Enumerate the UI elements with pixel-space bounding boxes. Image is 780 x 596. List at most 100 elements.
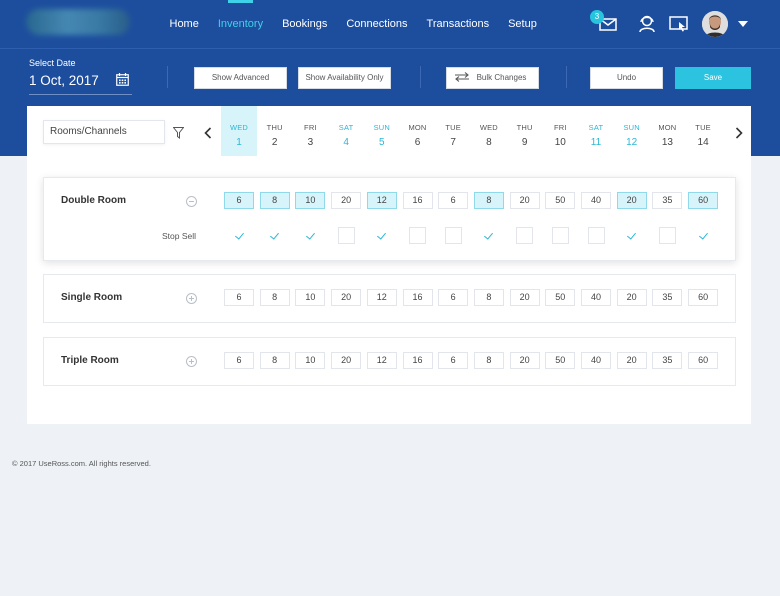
availability-cell[interactable]: 40 <box>581 352 611 369</box>
filter-icon[interactable] <box>173 127 184 139</box>
availability-cell[interactable]: 50 <box>545 289 576 306</box>
availability-cell[interactable]: 35 <box>652 289 683 306</box>
save-button[interactable]: Save <box>675 67 751 89</box>
day-column-header[interactable]: SUN 12 <box>614 106 650 156</box>
nav-item-bookings[interactable]: Bookings <box>273 0 337 48</box>
chevron-left-icon[interactable] <box>204 127 212 139</box>
stop-sell-checkbox-checked[interactable] <box>266 227 284 244</box>
availability-cell[interactable]: 8 <box>473 352 504 369</box>
availability-cell[interactable]: 20 <box>509 192 540 209</box>
availability-cell[interactable]: 16 <box>402 192 433 209</box>
availability-cell[interactable]: 20 <box>331 352 362 369</box>
nav-item-home[interactable]: Home <box>160 0 208 48</box>
availability-cell[interactable]: 50 <box>545 352 576 369</box>
availability-cell[interactable]: 6 <box>438 192 469 209</box>
nav-item-inventory[interactable]: Inventory <box>208 0 272 48</box>
day-name: THU <box>266 123 283 132</box>
stop-sell-checkbox-checked[interactable] <box>230 227 248 244</box>
expand-icon[interactable] <box>186 293 197 304</box>
stop-sell-checkbox[interactable] <box>658 227 676 244</box>
availability-cell[interactable]: 60 <box>688 289 719 306</box>
stop-sell-checkbox-checked[interactable] <box>623 227 641 244</box>
nav-item-transactions[interactable]: Transactions <box>417 0 499 48</box>
availability-cell[interactable]: 12 <box>366 352 397 369</box>
availability-cell[interactable]: 12 <box>366 289 397 306</box>
availability-cell[interactable]: 6 <box>438 352 469 369</box>
day-date: 5 <box>379 137 385 148</box>
day-column-header[interactable]: TUE 14 <box>685 106 721 156</box>
availability-cell[interactable]: 20 <box>616 192 647 209</box>
availability-cell[interactable]: 8 <box>473 192 504 209</box>
day-column-header[interactable]: WED 1 <box>221 106 257 156</box>
day-column-header[interactable]: SAT 4 <box>328 106 364 156</box>
day-column-header[interactable]: MON 13 <box>649 106 685 156</box>
stop-sell-checkbox-checked[interactable] <box>694 227 712 244</box>
calendar-icon[interactable] <box>116 73 129 86</box>
expand-icon[interactable] <box>186 356 197 367</box>
availability-cell[interactable]: 8 <box>259 352 290 369</box>
availability-cell[interactable]: 40 <box>581 192 611 209</box>
chevron-right-icon[interactable] <box>735 127 743 139</box>
availability-cell[interactable]: 20 <box>331 192 362 209</box>
availability-cell[interactable]: 8 <box>259 192 290 209</box>
room-row-double-room <box>43 177 736 261</box>
day-name: TUE <box>695 123 711 132</box>
availability-cell[interactable]: 20 <box>509 289 540 306</box>
show-availability-only-button[interactable]: Show Availability Only <box>298 67 391 89</box>
availability-cell[interactable]: 35 <box>652 352 683 369</box>
availability-cell[interactable]: 6 <box>224 192 254 209</box>
availability-cell[interactable]: 10 <box>295 289 326 306</box>
date-picker-input[interactable]: 1 Oct, 2017 <box>29 73 99 88</box>
nav-item-connections[interactable]: Connections <box>337 0 417 48</box>
show-advanced-button[interactable]: Show Advanced <box>194 67 287 89</box>
collapse-icon[interactable] <box>186 196 197 207</box>
stop-sell-checkbox[interactable] <box>337 227 355 244</box>
availability-cell[interactable]: 20 <box>509 352 540 369</box>
day-column-header[interactable]: FRI 3 <box>292 106 328 156</box>
availability-cell[interactable]: 60 <box>688 352 719 369</box>
availability-cell[interactable]: 20 <box>331 289 362 306</box>
day-name: THU <box>516 123 533 132</box>
avatar[interactable] <box>702 11 728 37</box>
availability-cell[interactable]: 60 <box>688 192 719 209</box>
stop-sell-checkbox-checked[interactable] <box>480 227 498 244</box>
day-column-header[interactable]: SUN 5 <box>364 106 400 156</box>
stop-sell-checkbox[interactable] <box>516 227 534 244</box>
availability-cell[interactable]: 35 <box>652 192 683 209</box>
availability-cell[interactable]: 6 <box>224 289 254 306</box>
undo-button[interactable]: Undo <box>590 67 663 89</box>
stop-sell-checkbox[interactable] <box>409 227 426 244</box>
day-column-header[interactable]: TUE 7 <box>435 106 471 156</box>
stop-sell-checkbox-checked[interactable] <box>301 227 319 244</box>
day-column-header[interactable]: SAT 11 <box>578 106 614 156</box>
day-name: MON <box>658 123 677 132</box>
availability-cell[interactable]: 20 <box>616 289 647 306</box>
screen-cursor-icon[interactable] <box>668 13 690 35</box>
stop-sell-checkbox-checked[interactable] <box>373 227 391 244</box>
stop-sell-checkbox[interactable] <box>551 227 569 244</box>
availability-cell[interactable]: 8 <box>259 289 290 306</box>
availability-cell[interactable]: 8 <box>473 289 504 306</box>
availability-cell[interactable]: 10 <box>295 352 326 369</box>
availability-cell[interactable]: 6 <box>224 352 254 369</box>
chevron-down-icon[interactable] <box>738 21 748 27</box>
brand-logo[interactable] <box>26 9 130 35</box>
availability-cell[interactable]: 50 <box>545 192 576 209</box>
stop-sell-checkbox[interactable] <box>587 227 605 244</box>
availability-cell[interactable]: 16 <box>402 352 433 369</box>
day-column-header[interactable]: THU 9 <box>507 106 543 156</box>
availability-cell[interactable]: 6 <box>438 289 469 306</box>
availability-cell[interactable]: 20 <box>616 352 647 369</box>
availability-cell[interactable]: 40 <box>581 289 611 306</box>
rooms-channels-filter[interactable]: Rooms/Channels <box>43 120 165 144</box>
availability-cell[interactable]: 10 <box>295 192 326 209</box>
availability-cell[interactable]: 12 <box>366 192 397 209</box>
day-column-header[interactable]: WED 8 <box>471 106 507 156</box>
day-column-header[interactable]: MON 6 <box>400 106 436 156</box>
day-column-header[interactable]: FRI 10 <box>542 106 578 156</box>
day-column-header[interactable]: THU 2 <box>257 106 293 156</box>
stop-sell-checkbox[interactable] <box>444 227 462 244</box>
support-agent-icon[interactable] <box>636 13 658 35</box>
nav-item-setup[interactable]: Setup <box>499 0 547 48</box>
availability-cell[interactable]: 16 <box>402 289 433 306</box>
